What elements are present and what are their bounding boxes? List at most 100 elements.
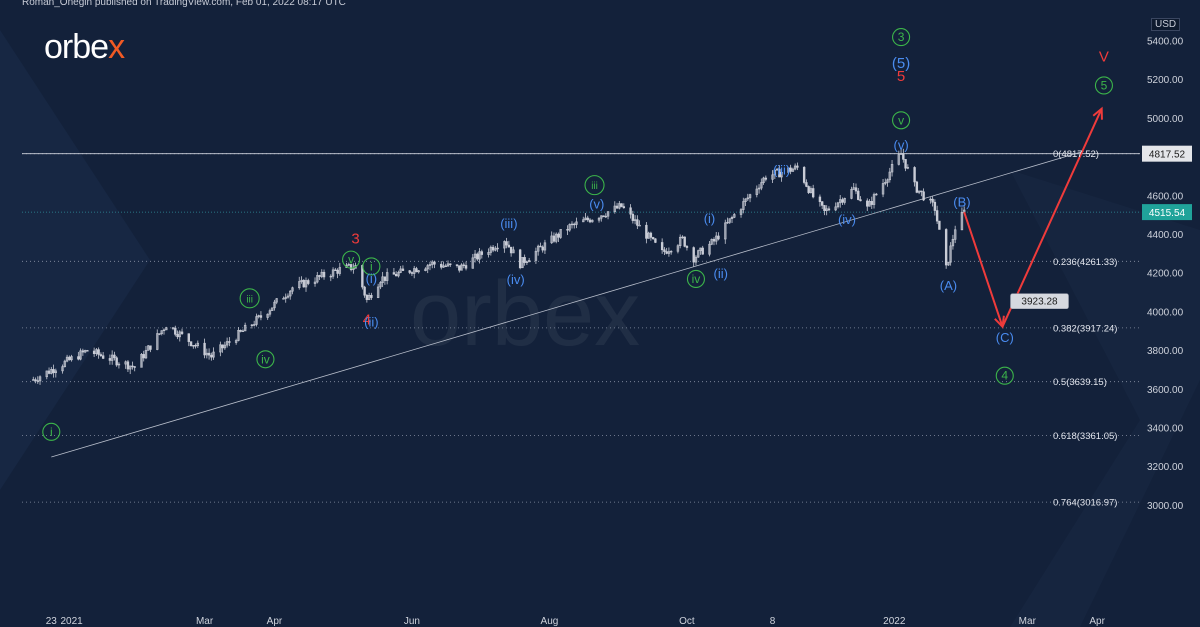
candle-body-244 bbox=[802, 167, 806, 183]
candle-body-285 bbox=[931, 198, 934, 203]
candle-body-286 bbox=[933, 201, 937, 211]
x-tick-label-1: 2021 bbox=[60, 616, 83, 627]
candle-body-177 bbox=[588, 219, 592, 223]
y-tick-label-12: 3200.00 bbox=[1147, 462, 1184, 473]
x-tick-label-2: Mar bbox=[196, 616, 214, 627]
projection-label-text: 3923.28 bbox=[1021, 297, 1058, 308]
fib-label-2: 0.382(3917.24) bbox=[1053, 323, 1117, 334]
currency-badge[interactable]: USD bbox=[1151, 18, 1181, 31]
candle-body-24 bbox=[108, 358, 112, 361]
wave-label-19: (iv) bbox=[507, 272, 525, 287]
candle-body-93 bbox=[322, 271, 326, 278]
candle-body-119 bbox=[408, 270, 411, 273]
candle-body-49 bbox=[187, 333, 190, 342]
candle-body-91 bbox=[318, 275, 321, 277]
chart-svg: orbex 3923.28 0(4817.52) 0.236(4261.33) 0.… bbox=[0, 0, 1200, 627]
wave-label-23: (iii) bbox=[773, 163, 790, 178]
price-tag-horizontal: 4817.52 bbox=[1149, 150, 1186, 161]
x-tick-label-9: Mar bbox=[1019, 616, 1037, 627]
wave-label-3: V bbox=[1099, 48, 1109, 65]
fib-label-4: 0.618(3361.05) bbox=[1053, 431, 1117, 442]
wave-label-16: (i) bbox=[366, 271, 378, 286]
candle-body-143 bbox=[480, 251, 484, 255]
y-tick-label-11: 3400.00 bbox=[1147, 423, 1184, 434]
candle-body-283 bbox=[922, 191, 925, 201]
candle-body-66 bbox=[239, 330, 242, 332]
candle-body-133 bbox=[449, 263, 452, 265]
x-tick-label-0: 23 bbox=[46, 616, 58, 627]
candle-body-197 bbox=[651, 237, 655, 240]
x-tick-label-6: Oct bbox=[679, 616, 695, 627]
candle-body-88 bbox=[307, 280, 310, 284]
watermark-text: orbex bbox=[410, 263, 640, 365]
candle-body-1 bbox=[34, 379, 37, 381]
candle-body-151 bbox=[507, 244, 511, 248]
candle-body-5 bbox=[47, 370, 51, 374]
candle-body-33 bbox=[133, 366, 136, 368]
candle-body-44 bbox=[171, 327, 175, 329]
candle-body-208 bbox=[685, 246, 689, 248]
candle-body-156 bbox=[523, 257, 526, 263]
candle-body-134 bbox=[455, 264, 459, 266]
fib-label-3: 0.5(3639.15) bbox=[1053, 377, 1107, 388]
candle-body-249 bbox=[818, 196, 822, 202]
candle-body-216 bbox=[712, 239, 716, 242]
y-tick-label-1: 5400.00 bbox=[1147, 36, 1184, 47]
candle-body-233 bbox=[764, 177, 768, 180]
candle-body-60 bbox=[221, 344, 224, 349]
wave-label-27: (A) bbox=[940, 278, 957, 293]
candle-body-188 bbox=[622, 206, 626, 209]
candle-body-0 bbox=[32, 379, 35, 381]
candle-body-23 bbox=[101, 355, 105, 359]
x-tick-label-3: Apr bbox=[267, 616, 283, 627]
candle-body-128 bbox=[433, 261, 436, 265]
candle-body-246 bbox=[807, 186, 810, 193]
candle-body-50 bbox=[189, 341, 193, 347]
candle-body-54 bbox=[203, 342, 206, 356]
candle-body-287 bbox=[935, 210, 939, 222]
candle-body-187 bbox=[620, 203, 623, 207]
price-tag-current: 4515.54 bbox=[1149, 208, 1186, 219]
fib-label-0: 0(4817.52) bbox=[1053, 149, 1099, 160]
wave-label-22: (ii) bbox=[714, 266, 728, 281]
logo-x: x bbox=[108, 28, 125, 66]
candle-body-209 bbox=[692, 247, 695, 263]
candle-body-57 bbox=[210, 354, 213, 358]
candle-body-213 bbox=[701, 247, 704, 255]
candle-body-288 bbox=[938, 220, 941, 230]
wave-label-25: (v) bbox=[893, 137, 908, 152]
candle-body-243 bbox=[796, 165, 799, 168]
candle-body-46 bbox=[176, 334, 179, 338]
candle-body-18 bbox=[86, 350, 89, 352]
chart-root: orbex 3923.28 0(4817.52) 0.236(4261.33) 0.… bbox=[0, 0, 1200, 627]
candle-body-27 bbox=[115, 357, 118, 366]
candle-body-131 bbox=[444, 265, 447, 267]
candle-body-251 bbox=[823, 205, 826, 211]
candle-body-35 bbox=[142, 354, 145, 359]
candle-body-45 bbox=[174, 327, 177, 335]
candle-body-289 bbox=[944, 229, 948, 266]
candle-body-30 bbox=[126, 361, 130, 370]
candle-body-48 bbox=[180, 331, 184, 334]
y-tick-label-8: 4000.00 bbox=[1147, 307, 1184, 318]
wave-label-15: (5) bbox=[892, 55, 910, 72]
candle-body-137 bbox=[462, 264, 465, 266]
wave-label-17: (ii) bbox=[364, 315, 378, 330]
candle-body-277 bbox=[904, 159, 907, 169]
candle-body-56 bbox=[207, 352, 211, 356]
candle-body-154 bbox=[518, 249, 522, 269]
wave-label-21: (i) bbox=[704, 211, 716, 226]
candle-body-200 bbox=[663, 249, 666, 252]
x-tick-label-5: Aug bbox=[541, 616, 559, 627]
y-tick-label-7: 4200.00 bbox=[1147, 269, 1184, 280]
candle-body-73 bbox=[259, 315, 263, 318]
candle-body-108 bbox=[370, 294, 373, 298]
wave-label-4: 3 bbox=[898, 30, 905, 44]
wave-label-9: iv bbox=[261, 352, 270, 366]
candle-body-118 bbox=[401, 268, 405, 271]
candle-body-114 bbox=[392, 272, 396, 275]
candle-body-207 bbox=[683, 236, 686, 247]
x-tick-label-10: Apr bbox=[1089, 616, 1105, 627]
y-tick-label-13: 3000.00 bbox=[1147, 501, 1184, 512]
wave-label-5: 4 bbox=[1001, 369, 1008, 383]
